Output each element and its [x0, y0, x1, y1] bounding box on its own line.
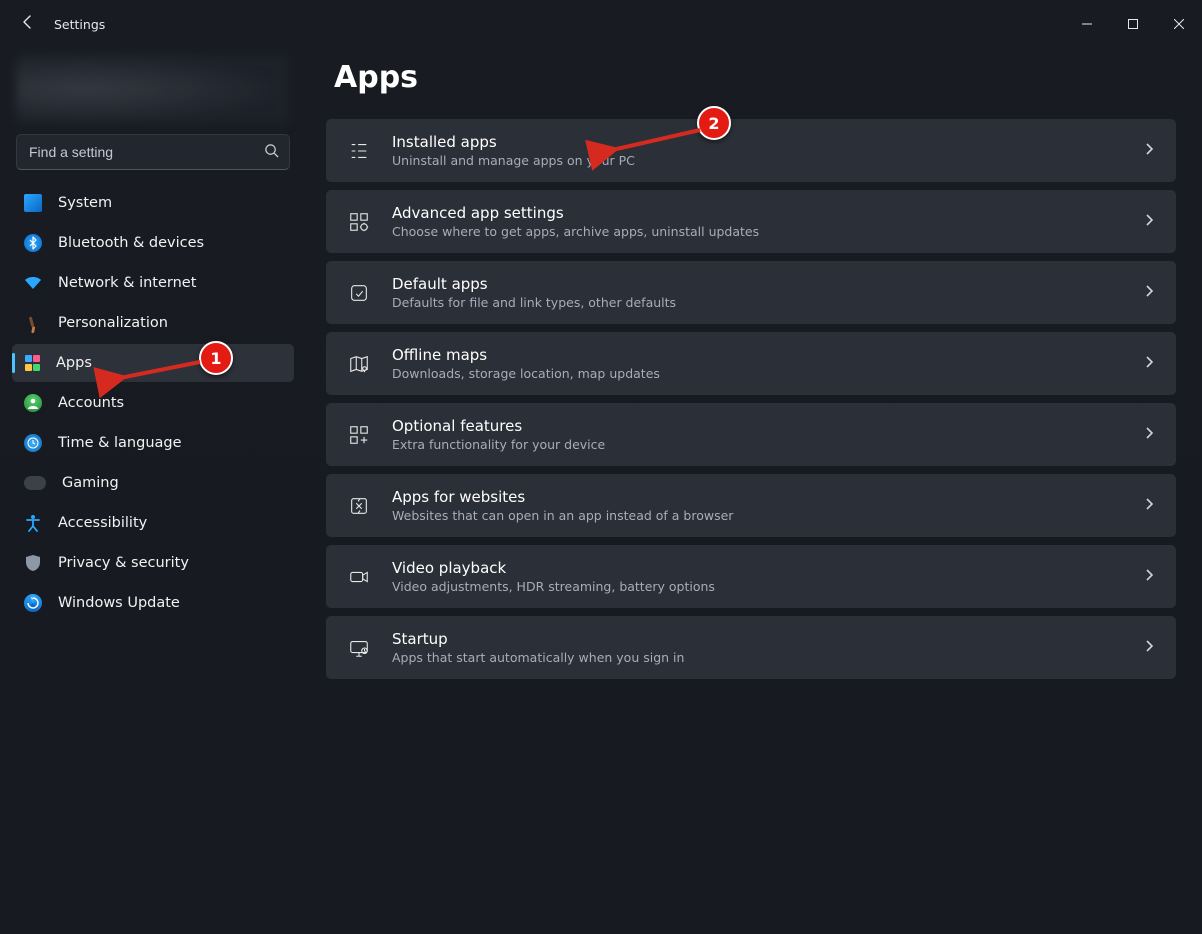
sidebar-item-privacy[interactable]: Privacy & security [12, 544, 294, 582]
titlebar: Settings [0, 0, 1202, 48]
card-title: Video playback [392, 559, 1122, 577]
chevron-right-icon [1142, 496, 1156, 515]
map-icon [346, 353, 372, 375]
card-desc: Uninstall and manage apps on your PC [392, 153, 1122, 168]
sidebar-item-label: Accessibility [58, 515, 147, 531]
card-desc: Apps that start automatically when you s… [392, 650, 1122, 665]
card-startup[interactable]: Startup Apps that start automatically wh… [326, 616, 1176, 679]
card-video-playback[interactable]: Video playback Video adjustments, HDR st… [326, 545, 1176, 608]
wifi-icon [24, 274, 42, 292]
person-icon [24, 394, 42, 412]
card-default-apps[interactable]: Default apps Defaults for file and link … [326, 261, 1176, 324]
card-installed-apps[interactable]: Installed apps Uninstall and manage apps… [326, 119, 1176, 182]
default-apps-icon [346, 282, 372, 304]
update-icon [24, 594, 42, 612]
sidebar-item-label: Bluetooth & devices [58, 235, 204, 251]
sidebar-item-time[interactable]: Time & language [12, 424, 294, 462]
sidebar-item-personalization[interactable]: Personalization [12, 304, 294, 342]
sidebar-item-label: Network & internet [58, 275, 196, 291]
sidebar-item-apps[interactable]: Apps [12, 344, 294, 382]
clock-icon [24, 434, 42, 452]
sidebar-item-update[interactable]: Windows Update [12, 584, 294, 622]
system-icon [24, 194, 42, 212]
paintbrush-icon [20, 310, 45, 335]
sidebar-item-network[interactable]: Network & internet [12, 264, 294, 302]
maximize-button[interactable] [1110, 8, 1156, 40]
sidebar-item-label: Accounts [58, 395, 124, 411]
video-icon [346, 566, 372, 588]
bluetooth-icon [24, 234, 42, 252]
sidebar-item-accounts[interactable]: Accounts [12, 384, 294, 422]
sidebar-item-gaming[interactable]: Gaming [12, 464, 294, 502]
chevron-right-icon [1142, 141, 1156, 160]
window-controls [1064, 8, 1202, 40]
optional-features-icon [346, 424, 372, 446]
sidebar-item-label: Personalization [58, 315, 168, 331]
page-title: Apps [334, 60, 1176, 95]
card-optional-features[interactable]: Optional features Extra functionality fo… [326, 403, 1176, 466]
card-desc: Defaults for file and link types, other … [392, 295, 1122, 310]
sidebar-item-label: System [58, 195, 112, 211]
card-desc: Downloads, storage location, map updates [392, 366, 1122, 381]
advanced-settings-icon [346, 211, 372, 233]
user-card[interactable] [16, 54, 290, 124]
close-button[interactable] [1156, 8, 1202, 40]
card-title: Optional features [392, 417, 1122, 435]
startup-icon [346, 637, 372, 659]
sidebar-item-label: Time & language [58, 435, 182, 451]
main-content: Apps Installed apps Uninstall and manage… [306, 48, 1202, 934]
card-desc: Video adjustments, HDR streaming, batter… [392, 579, 1122, 594]
sidebar-item-label: Privacy & security [58, 555, 189, 571]
sidebar-item-accessibility[interactable]: Accessibility [12, 504, 294, 542]
shield-icon [24, 554, 42, 572]
back-button[interactable] [20, 14, 36, 34]
sidebar-item-label: Apps [56, 355, 92, 371]
accessibility-icon [24, 514, 42, 532]
card-title: Apps for websites [392, 488, 1122, 506]
search-box[interactable] [16, 134, 290, 170]
chevron-right-icon [1142, 354, 1156, 373]
chevron-right-icon [1142, 425, 1156, 444]
chevron-right-icon [1142, 638, 1156, 657]
sidebar: System Bluetooth & devices Network & int… [0, 48, 306, 934]
card-offline-maps[interactable]: Offline maps Downloads, storage location… [326, 332, 1176, 395]
sidebar-item-label: Windows Update [58, 595, 180, 611]
card-title: Installed apps [392, 133, 1122, 151]
card-desc: Websites that can open in an app instead… [392, 508, 1122, 523]
chevron-right-icon [1142, 212, 1156, 231]
card-desc: Extra functionality for your device [392, 437, 1122, 452]
chevron-right-icon [1142, 567, 1156, 586]
search-icon [264, 143, 279, 162]
apps-icon [24, 355, 40, 371]
card-title: Startup [392, 630, 1122, 648]
minimize-button[interactable] [1064, 8, 1110, 40]
gamepad-icon [24, 476, 46, 490]
chevron-right-icon [1142, 283, 1156, 302]
installed-apps-icon [346, 140, 372, 162]
card-desc: Choose where to get apps, archive apps, … [392, 224, 1122, 239]
search-input[interactable] [27, 143, 254, 161]
window-title: Settings [54, 17, 105, 32]
sidebar-item-bluetooth[interactable]: Bluetooth & devices [12, 224, 294, 262]
apps-websites-icon [346, 495, 372, 517]
card-title: Default apps [392, 275, 1122, 293]
sidebar-nav: System Bluetooth & devices Network & int… [12, 184, 294, 622]
sidebar-item-label: Gaming [62, 475, 119, 491]
card-title: Offline maps [392, 346, 1122, 364]
card-apps-for-websites[interactable]: Apps for websites Websites that can open… [326, 474, 1176, 537]
card-advanced-app-settings[interactable]: Advanced app settings Choose where to ge… [326, 190, 1176, 253]
sidebar-item-system[interactable]: System [12, 184, 294, 222]
card-title: Advanced app settings [392, 204, 1122, 222]
